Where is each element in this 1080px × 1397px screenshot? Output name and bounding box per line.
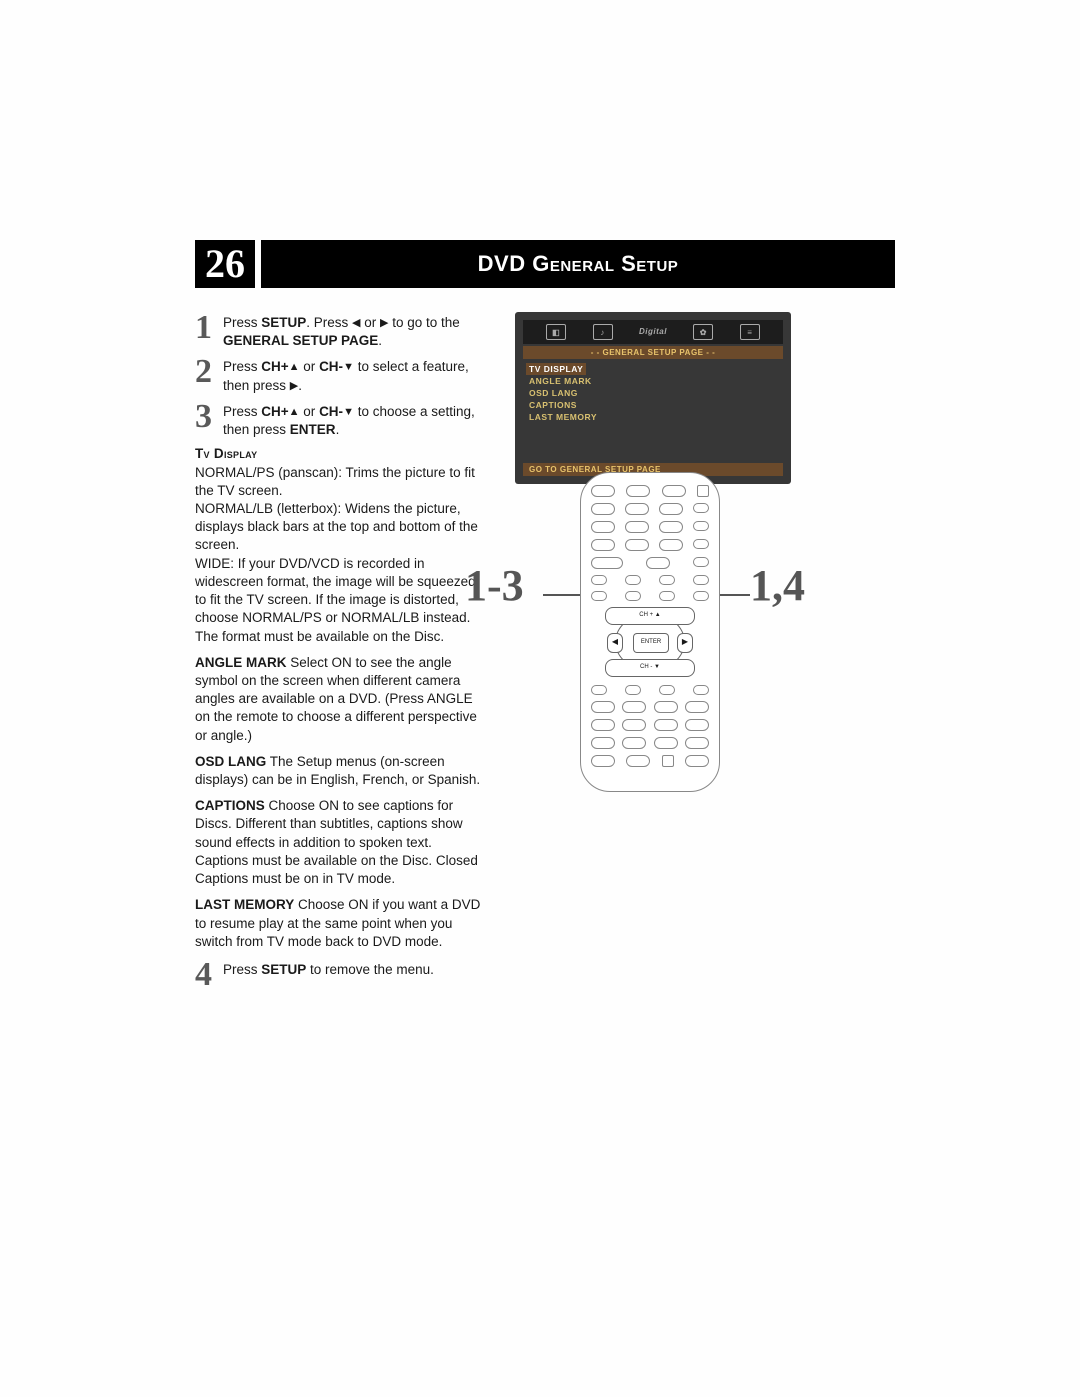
manual-page: 26 DVD General Setup 1 Press SETUP. Pres… (0, 0, 1080, 1397)
remote-button (591, 755, 615, 767)
up-arrow-icon: ▲ (289, 406, 300, 418)
osd-menu-list: TV DISPLAY ANGLE MARK OSD LANG CAPTIONS … (523, 363, 783, 423)
remote-button (685, 737, 709, 749)
remote-button (626, 485, 650, 497)
remote-button (622, 701, 646, 713)
left-arrow-icon: ◀ (352, 317, 360, 329)
enter-button: ENTER (633, 633, 669, 653)
play-pause-button-icon (685, 755, 709, 767)
feature-last-memory: LAST MEMORY Choose ON if you want a DVD … (195, 896, 485, 951)
dpad: CH + ▲ CH - ▼ ◀ ▶ ENTER (605, 607, 695, 677)
stop-button-icon (662, 755, 674, 767)
ch-up-button: CH + ▲ (605, 607, 695, 625)
step-number: 4 (195, 959, 217, 991)
osd-digital-label: Digital (639, 324, 667, 338)
osd-item: LAST MEMORY (529, 411, 777, 423)
remote-button (625, 591, 641, 601)
osd-tab-icon: ◧ (546, 324, 566, 340)
remote-button (622, 737, 646, 749)
remote-button (591, 503, 615, 515)
instruction-column: 1 Press SETUP. Press ◀ or ▶ to go to the… (195, 312, 485, 997)
remote-button (693, 521, 709, 531)
remote-button (659, 591, 675, 601)
remote-button (654, 737, 678, 749)
tv-display-body: NORMAL/PS (panscan): Trims the picture t… (195, 464, 485, 500)
remote-button (626, 755, 650, 767)
remote-button (591, 485, 615, 497)
osd-tab-icon: ≡ (740, 324, 760, 340)
osd-screenshot: ◧ ♪ Digital ✿ ≡ - - GENERAL SETUP PAGE -… (515, 312, 791, 484)
step-number: 1 (195, 312, 217, 350)
feature-angle-mark: ANGLE MARK Select ON to see the angle sy… (195, 654, 485, 745)
remote-button (693, 503, 709, 513)
remote-button (693, 685, 709, 695)
step-4: 4 Press SETUP to remove the menu. (195, 959, 485, 991)
osd-tab-icon: ✿ (693, 324, 713, 340)
osd-item: CAPTIONS (529, 399, 777, 411)
step-2: 2 Press CH+▲ or CH-▼ to select a feature… (195, 356, 485, 394)
remote-button (693, 539, 709, 549)
osd-item: TV DISPLAY (526, 363, 586, 375)
remote-button (659, 521, 683, 533)
remote-button (591, 719, 615, 731)
remote-button (662, 485, 686, 497)
remote-button (659, 539, 683, 551)
power-button-icon (697, 485, 709, 497)
remote-button (591, 521, 615, 533)
remote-button (622, 719, 646, 731)
remote-button (625, 521, 649, 533)
right-arrow-icon: ▶ (290, 380, 298, 392)
remote-button (625, 575, 641, 585)
dpad-right: ▶ (677, 633, 693, 653)
remote-button (693, 557, 709, 567)
remote-button (659, 503, 683, 515)
step-3: 3 Press CH+▲ or CH-▼ to choose a setting… (195, 401, 485, 439)
step-number: 2 (195, 356, 217, 394)
right-arrow-icon: ▶ (380, 317, 388, 329)
remote-button (591, 737, 615, 749)
remote-illustration: CH + ▲ CH - ▼ ◀ ▶ ENTER (580, 472, 720, 792)
remote-button (625, 685, 641, 695)
remote-button (685, 719, 709, 731)
step-number: 3 (195, 401, 217, 439)
osd-banner: - - GENERAL SETUP PAGE - - (523, 346, 783, 359)
down-arrow-icon: ▼ (343, 406, 354, 418)
osd-item: ANGLE MARK (529, 375, 777, 387)
remote-button (693, 575, 709, 585)
remote-button (625, 503, 649, 515)
remote-button (654, 701, 678, 713)
page-number: 26 (195, 240, 255, 288)
callout-steps-1-3: 1-3 (465, 560, 524, 611)
remote-button (659, 575, 675, 585)
remote-button (591, 575, 607, 585)
remote-button (625, 539, 649, 551)
remote-button (685, 701, 709, 713)
dpad-left: ◀ (607, 633, 623, 653)
remote-button (654, 719, 678, 731)
step-1: 1 Press SETUP. Press ◀ or ▶ to go to the… (195, 312, 485, 350)
feature-captions: CAPTIONS Choose ON to see captions for D… (195, 797, 485, 888)
remote-button (591, 685, 607, 695)
up-arrow-icon: ▲ (289, 361, 300, 373)
remote-button (591, 591, 607, 601)
osd-tab-icon: ♪ (593, 324, 613, 340)
down-arrow-icon: ▼ (343, 361, 354, 373)
remote-button (659, 685, 675, 695)
osd-item: OSD LANG (529, 387, 777, 399)
callout-steps-1-4: 1,4 (750, 560, 805, 611)
osd-tab-row: ◧ ♪ Digital ✿ ≡ (523, 320, 783, 344)
remote-button (591, 557, 623, 569)
ch-down-button: CH - ▼ (605, 659, 695, 677)
feature-osd-lang: OSD LANG The Setup menus (on-screen disp… (195, 753, 485, 789)
page-header: 26 DVD General Setup (195, 240, 895, 288)
tv-display-heading: Tv Display (195, 445, 485, 463)
remote-button (693, 591, 709, 601)
remote-button (591, 539, 615, 551)
page-title: DVD General Setup (261, 240, 895, 288)
remote-button (646, 557, 670, 569)
illustration-column: ◧ ♪ Digital ✿ ≡ - - GENERAL SETUP PAGE -… (525, 312, 895, 997)
remote-button (591, 701, 615, 713)
